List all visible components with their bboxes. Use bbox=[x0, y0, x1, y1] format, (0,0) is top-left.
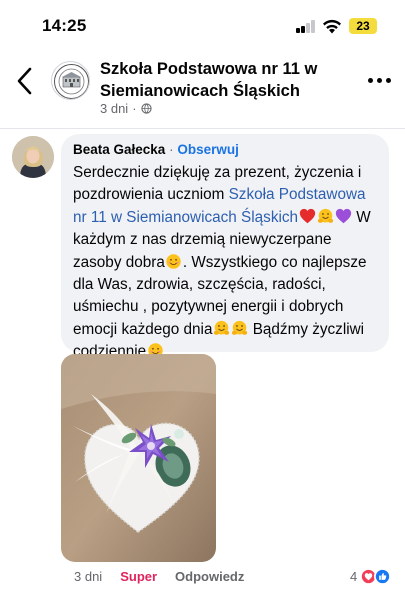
wifi-icon bbox=[323, 19, 341, 34]
battery-indicator: 23 bbox=[349, 18, 377, 34]
more-icon[interactable] bbox=[368, 78, 392, 84]
red-heart-emoji bbox=[299, 208, 315, 224]
purple-heart-emoji bbox=[335, 208, 351, 224]
avatar[interactable] bbox=[12, 136, 54, 178]
comment-author[interactable]: Beata Gałecka bbox=[73, 142, 165, 157]
comment-bubble: Beata Gałecka · Obserwuj Serdecznie dzię… bbox=[61, 134, 389, 360]
status-bar: 14:25 23 bbox=[0, 0, 405, 50]
smiling-face-emoji bbox=[166, 253, 182, 269]
school-logo[interactable] bbox=[51, 61, 90, 100]
super-reaction-button[interactable]: Super bbox=[120, 569, 157, 584]
hugging-face-emoji bbox=[317, 208, 333, 223]
hugging-face-emoji bbox=[213, 320, 230, 335]
back-arrow-icon[interactable] bbox=[14, 66, 36, 96]
reaction-summary[interactable]: 4 bbox=[350, 566, 392, 586]
comment-header: Beata Gałecka · Obserwuj bbox=[73, 141, 377, 159]
comment-time: 3 dni bbox=[74, 569, 103, 584]
header-divider bbox=[0, 128, 405, 129]
signal-icon bbox=[296, 20, 316, 33]
status-time: 14:25 bbox=[42, 16, 87, 35]
comment-actions: 3 dni Super Odpowiedz bbox=[74, 569, 244, 584]
post-time: 3 dni bbox=[100, 101, 129, 116]
follow-button[interactable]: Obserwuj bbox=[177, 142, 239, 157]
post-meta: 3 dni · bbox=[100, 101, 152, 116]
globe-icon bbox=[140, 103, 152, 114]
post-header: Szkoła Podstawowa nr 11 w Siemianowicach… bbox=[0, 52, 405, 122]
reply-button[interactable]: Odpowiedz bbox=[175, 569, 244, 584]
meta-separator: · bbox=[132, 101, 137, 116]
attached-photo[interactable] bbox=[61, 354, 216, 562]
comment-text: Serdecznie dziękuję za prezent, życzenia… bbox=[73, 162, 377, 364]
like-reaction-icon bbox=[374, 567, 392, 585]
page-name[interactable]: Szkoła Podstawowa nr 11 w Siemianowicach… bbox=[100, 58, 345, 102]
author-separator: · bbox=[169, 142, 174, 157]
reaction-count: 4 bbox=[350, 568, 358, 584]
hugging-face-emoji bbox=[231, 320, 248, 335]
